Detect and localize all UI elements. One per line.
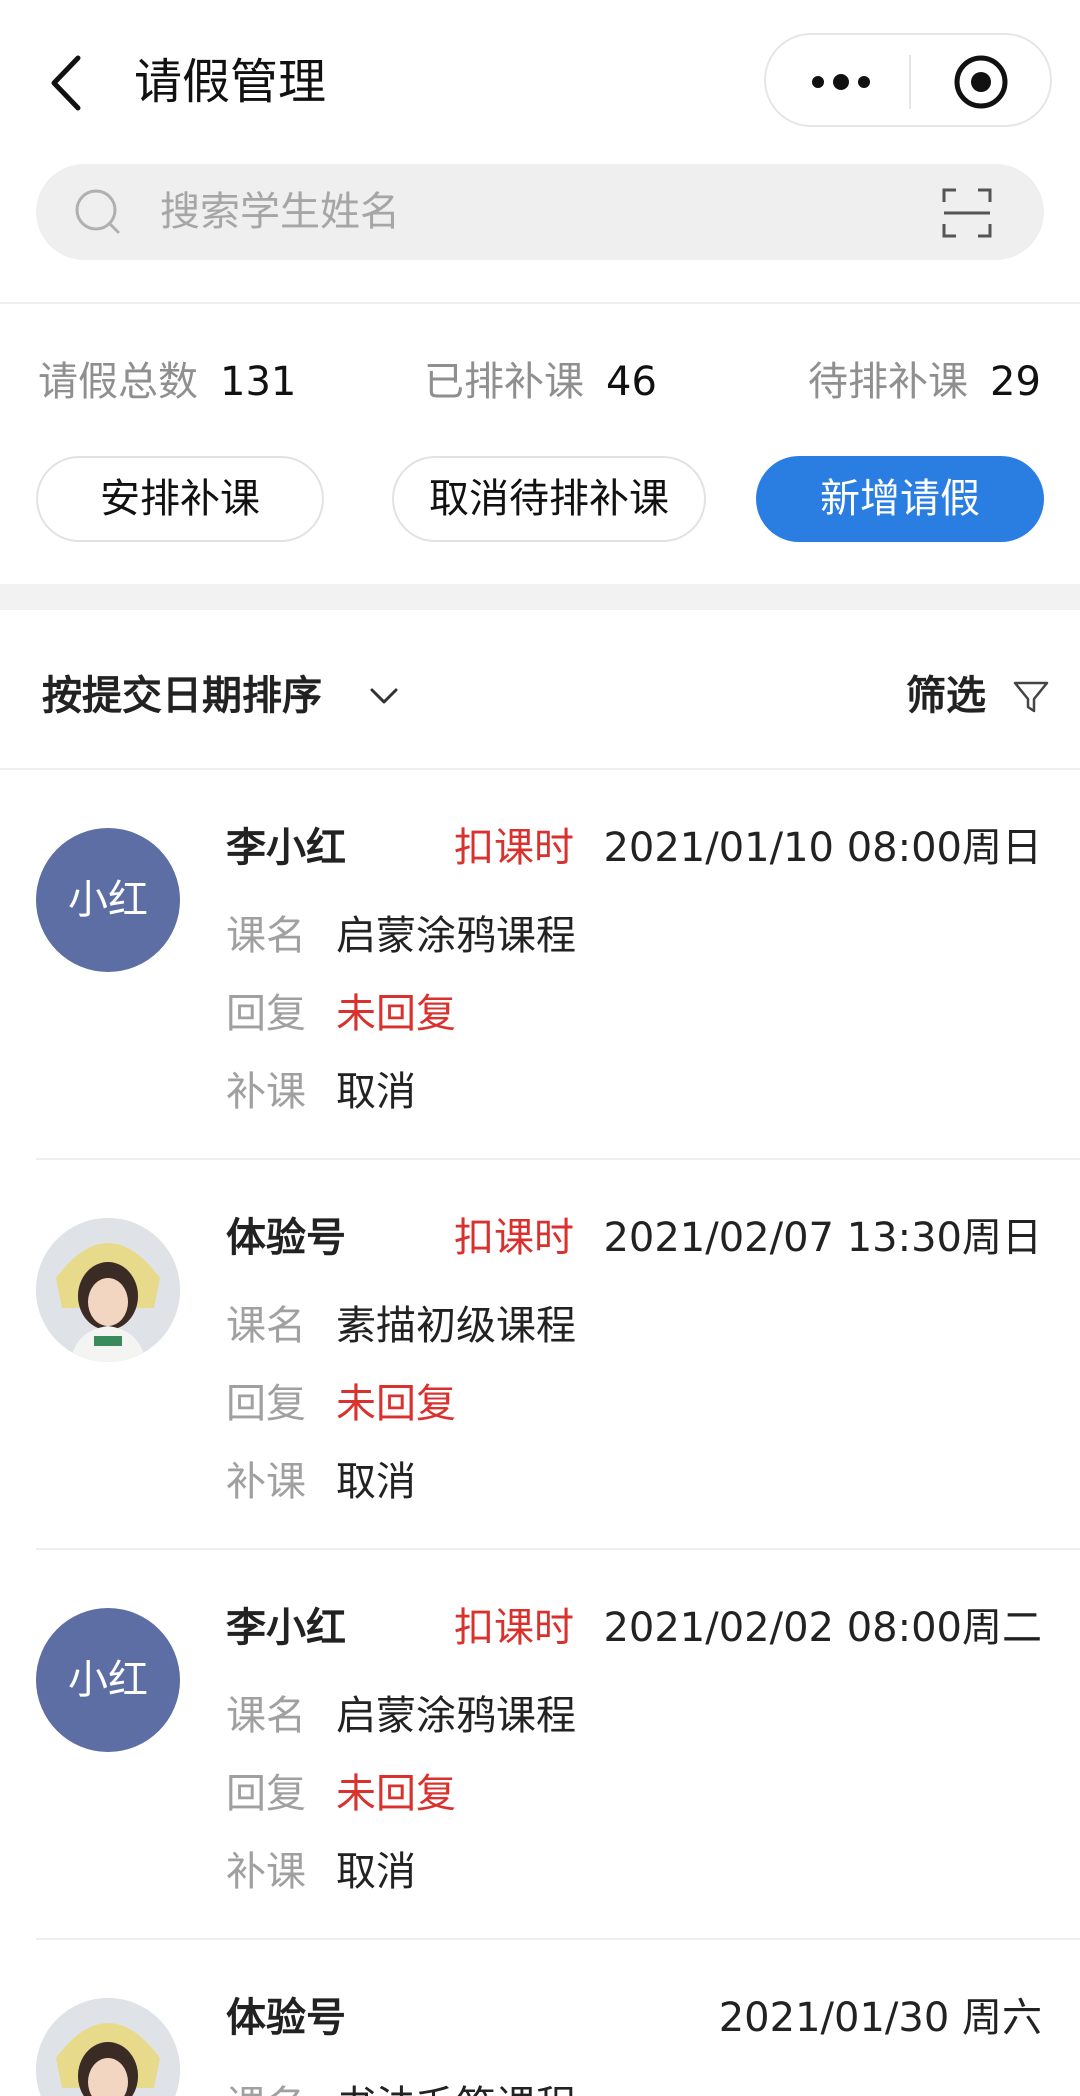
deduct-tag: 扣课时 <box>454 1215 574 1261</box>
page-title: 请假管理 <box>134 54 327 110</box>
course-value: 启蒙涂鸦课程 <box>336 1693 576 1739</box>
student-photo-icon <box>36 1218 180 1362</box>
makeup-value: 取消 <box>336 1459 416 1505</box>
stat-value: 29 <box>990 359 1041 405</box>
search-input[interactable]: 搜索学生姓名 <box>36 164 1044 260</box>
student-name: 李小红 <box>226 825 346 871</box>
reply-label: 回复 <box>226 991 306 1037</box>
stat-value: 46 <box>606 359 657 405</box>
stats-row: 请假总数 131 已排补课 46 待排补课 29 <box>0 350 1080 414</box>
course-label: 课名 <box>226 1693 306 1739</box>
avatar <box>36 1998 180 2096</box>
course-row: 课名 启蒙涂鸦课程 <box>226 1688 576 1744</box>
deduct-tag: 扣课时 <box>454 1605 574 1651</box>
student-name: 李小红 <box>226 1605 346 1651</box>
filter-icon[interactable] <box>1012 678 1050 716</box>
avatar: 小红 <box>36 1608 180 1752</box>
divider <box>0 302 1080 304</box>
makeup-row: 补课 取消 <box>226 1844 416 1900</box>
makeup-row: 补课 取消 <box>226 1064 416 1120</box>
nav-bar: 请假管理 <box>0 0 1080 160</box>
reply-row: 回复 未回复 <box>226 986 456 1042</box>
leave-date: 2021/01/10 08:00周日 <box>603 825 1042 871</box>
reply-value: 未回复 <box>336 1381 456 1427</box>
deduct-tag: 扣课时 <box>454 825 574 871</box>
student-name: 体验号 <box>226 1995 346 2041</box>
course-value: 素描初级课程 <box>336 1303 576 1349</box>
stat-label: 请假总数 <box>38 359 198 405</box>
section-gap <box>0 584 1080 610</box>
reply-row: 回复 未回复 <box>226 1766 456 1822</box>
course-value: 启蒙涂鸦课程 <box>336 913 576 959</box>
makeup-value: 取消 <box>336 1849 416 1895</box>
stat-arranged: 已排补课 46 <box>424 350 657 414</box>
makeup-label: 补课 <box>226 1459 306 1505</box>
leave-date: 2021/02/02 08:00周二 <box>603 1605 1042 1651</box>
scan-icon[interactable] <box>940 186 994 240</box>
chevron-down-icon[interactable] <box>368 680 400 712</box>
mini-program-capsule <box>764 33 1052 127</box>
stat-label: 待排补课 <box>808 359 968 405</box>
reply-label: 回复 <box>226 1771 306 1817</box>
dot-icon <box>833 74 849 90</box>
stat-label: 已排补课 <box>424 359 584 405</box>
chevron-left-icon <box>51 55 81 111</box>
dot-icon <box>858 76 870 88</box>
reply-row: 回复 未回复 <box>226 1376 456 1432</box>
capsule-divider <box>909 55 911 109</box>
avatar: 小红 <box>36 828 180 972</box>
avatar <box>36 1218 180 1362</box>
sort-dropdown[interactable]: 按提交日期排序 <box>42 668 322 724</box>
add-leave-button[interactable]: 新增请假 <box>756 456 1044 542</box>
dot-icon <box>812 76 824 88</box>
makeup-label: 补课 <box>226 1069 306 1115</box>
leave-record[interactable]: 体验号 2021/01/30 周六 课名 书法毛笔课程 <box>0 1940 1080 2096</box>
makeup-value: 取消 <box>336 1069 416 1115</box>
stat-pending: 待排补课 29 <box>808 350 1041 414</box>
stat-total: 请假总数 131 <box>38 350 296 414</box>
makeup-label: 补课 <box>226 1849 306 1895</box>
back-button[interactable] <box>40 48 100 118</box>
course-label: 课名 <box>226 2083 306 2096</box>
leave-date: 2021/02/07 13:30周日 <box>603 1215 1042 1261</box>
reply-value: 未回复 <box>336 991 456 1037</box>
search-icon <box>75 189 120 234</box>
course-row: 课名 素描初级课程 <box>226 1298 576 1354</box>
cancel-pending-button[interactable]: 取消待排补课 <box>392 456 706 542</box>
course-row: 课名 启蒙涂鸦课程 <box>226 908 576 964</box>
leave-date: 2021/01/30 周六 <box>718 1995 1042 2041</box>
course-value: 书法毛笔课程 <box>336 2083 576 2096</box>
leave-record[interactable]: 小红 李小红 扣课时 2021/02/02 08:00周二 课名 启蒙涂鸦课程 回… <box>0 1550 1080 1940</box>
reply-label: 回复 <box>226 1381 306 1427</box>
target-icon <box>954 55 1008 109</box>
search-placeholder: 搜索学生姓名 <box>160 189 400 235</box>
more-button[interactable] <box>796 53 886 111</box>
course-label: 课名 <box>226 913 306 959</box>
filter-button[interactable]: 筛选 <box>906 668 986 724</box>
student-name: 体验号 <box>226 1215 346 1261</box>
arrange-makeup-button[interactable]: 安排补课 <box>36 456 324 542</box>
leave-record[interactable]: 小红 李小红 扣课时 2021/01/10 08:00周日 课名 启蒙涂鸦课程 回… <box>0 770 1080 1160</box>
close-button[interactable] <box>952 53 1010 111</box>
student-photo-icon <box>36 1998 180 2096</box>
leave-record[interactable]: 体验号 扣课时 2021/02/07 13:30周日 课名 素描初级课程 回复 未回… <box>0 1160 1080 1550</box>
makeup-row: 补课 取消 <box>226 1454 416 1510</box>
stat-value: 131 <box>220 359 297 405</box>
course-row: 课名 书法毛笔课程 <box>226 2078 576 2096</box>
reply-value: 未回复 <box>336 1771 456 1817</box>
course-label: 课名 <box>226 1303 306 1349</box>
